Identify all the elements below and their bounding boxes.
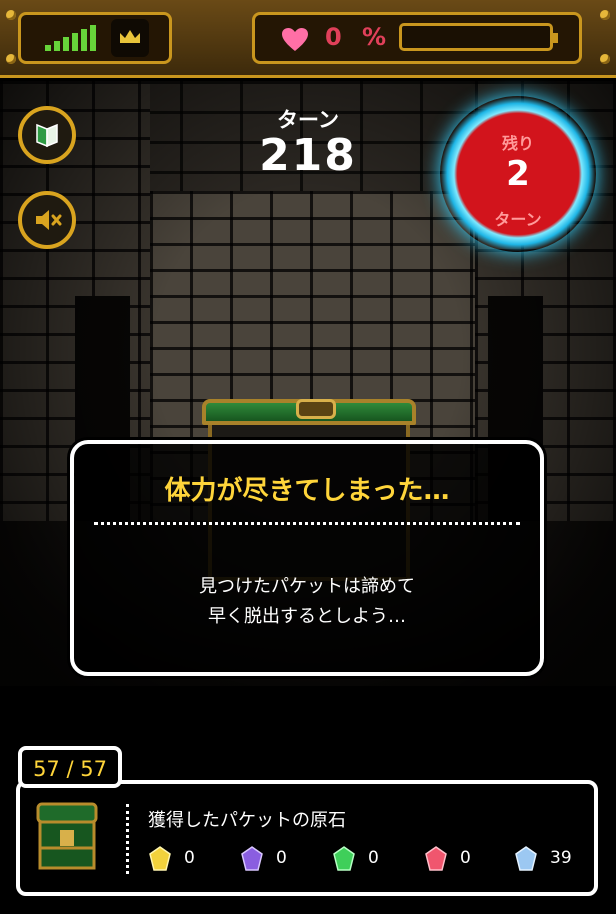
life-gauge [399,23,558,51]
green-gem-icon [333,846,355,871]
gem-purple: 0 [240,844,300,874]
heart-icon [282,28,308,51]
beginner-guide-button[interactable] [18,106,76,164]
bolt-decoration [600,54,610,64]
speaker-muted-icon [36,210,62,230]
bolt-decoration [6,10,16,20]
blue-gem-icon [515,846,537,871]
signal-panel [18,12,172,64]
life-panel: 0 % [252,12,582,64]
game-screen: 0 % ターン 218 残り 2 ターン 体力が尽きてしまった… 見つけたパケッ… [0,0,616,914]
dialog-divider [94,522,520,525]
life-percent: 0 % [325,23,393,51]
top-status-bar: 0 % [0,0,616,78]
gem-count: 0 [460,848,471,868]
remaining-turns-value: 2 [506,154,530,194]
gem-green: 0 [332,844,392,874]
inventory-separator [126,804,129,874]
remaining-unit-label: ターン [494,210,542,229]
gem-yellow: 0 [148,844,208,874]
crown-icon [120,30,140,43]
gauge-cap [553,33,558,43]
remaining-label: 残り [501,134,534,153]
beginner-leaf-icon [36,123,58,148]
bolt-decoration [600,10,610,20]
dialog-message-line: 見つけたパケットは諦めて [199,576,415,597]
treasure-chest-icon [36,802,98,870]
purple-gem-icon [241,846,263,871]
gem-blue: 39 [514,844,574,874]
sound-toggle-button[interactable] [18,191,76,249]
bolt-decoration [6,54,16,64]
message-dialog[interactable]: 体力が尽きてしまった… 見つけたパケットは諦めて 早く脱出するとしよう… [70,440,544,676]
red-gem-icon [425,846,447,871]
inventory-title: 獲得したパケットの原石 [148,810,346,831]
crown-badge[interactable] [111,19,149,57]
remaining-turns-orb: 残り 2 ターン [440,96,596,252]
gem-red: 0 [424,844,484,874]
gem-count: 0 [276,848,287,868]
inventory-panel: 獲得したパケットの原石 0 0 0 0 39 [16,780,598,896]
packet-counter: 57 / 57 [33,757,107,781]
dialog-title: 体力が尽きてしまった… [164,476,450,506]
dialog-message-line: 早く脱出するとしよう… [208,606,406,627]
gem-count: 39 [550,848,572,868]
signal-bars-icon [45,25,97,51]
yellow-gem-icon [149,846,171,871]
gem-count: 0 [184,848,195,868]
packet-counter-tab: 57 / 57 [18,746,122,788]
gem-count: 0 [368,848,379,868]
